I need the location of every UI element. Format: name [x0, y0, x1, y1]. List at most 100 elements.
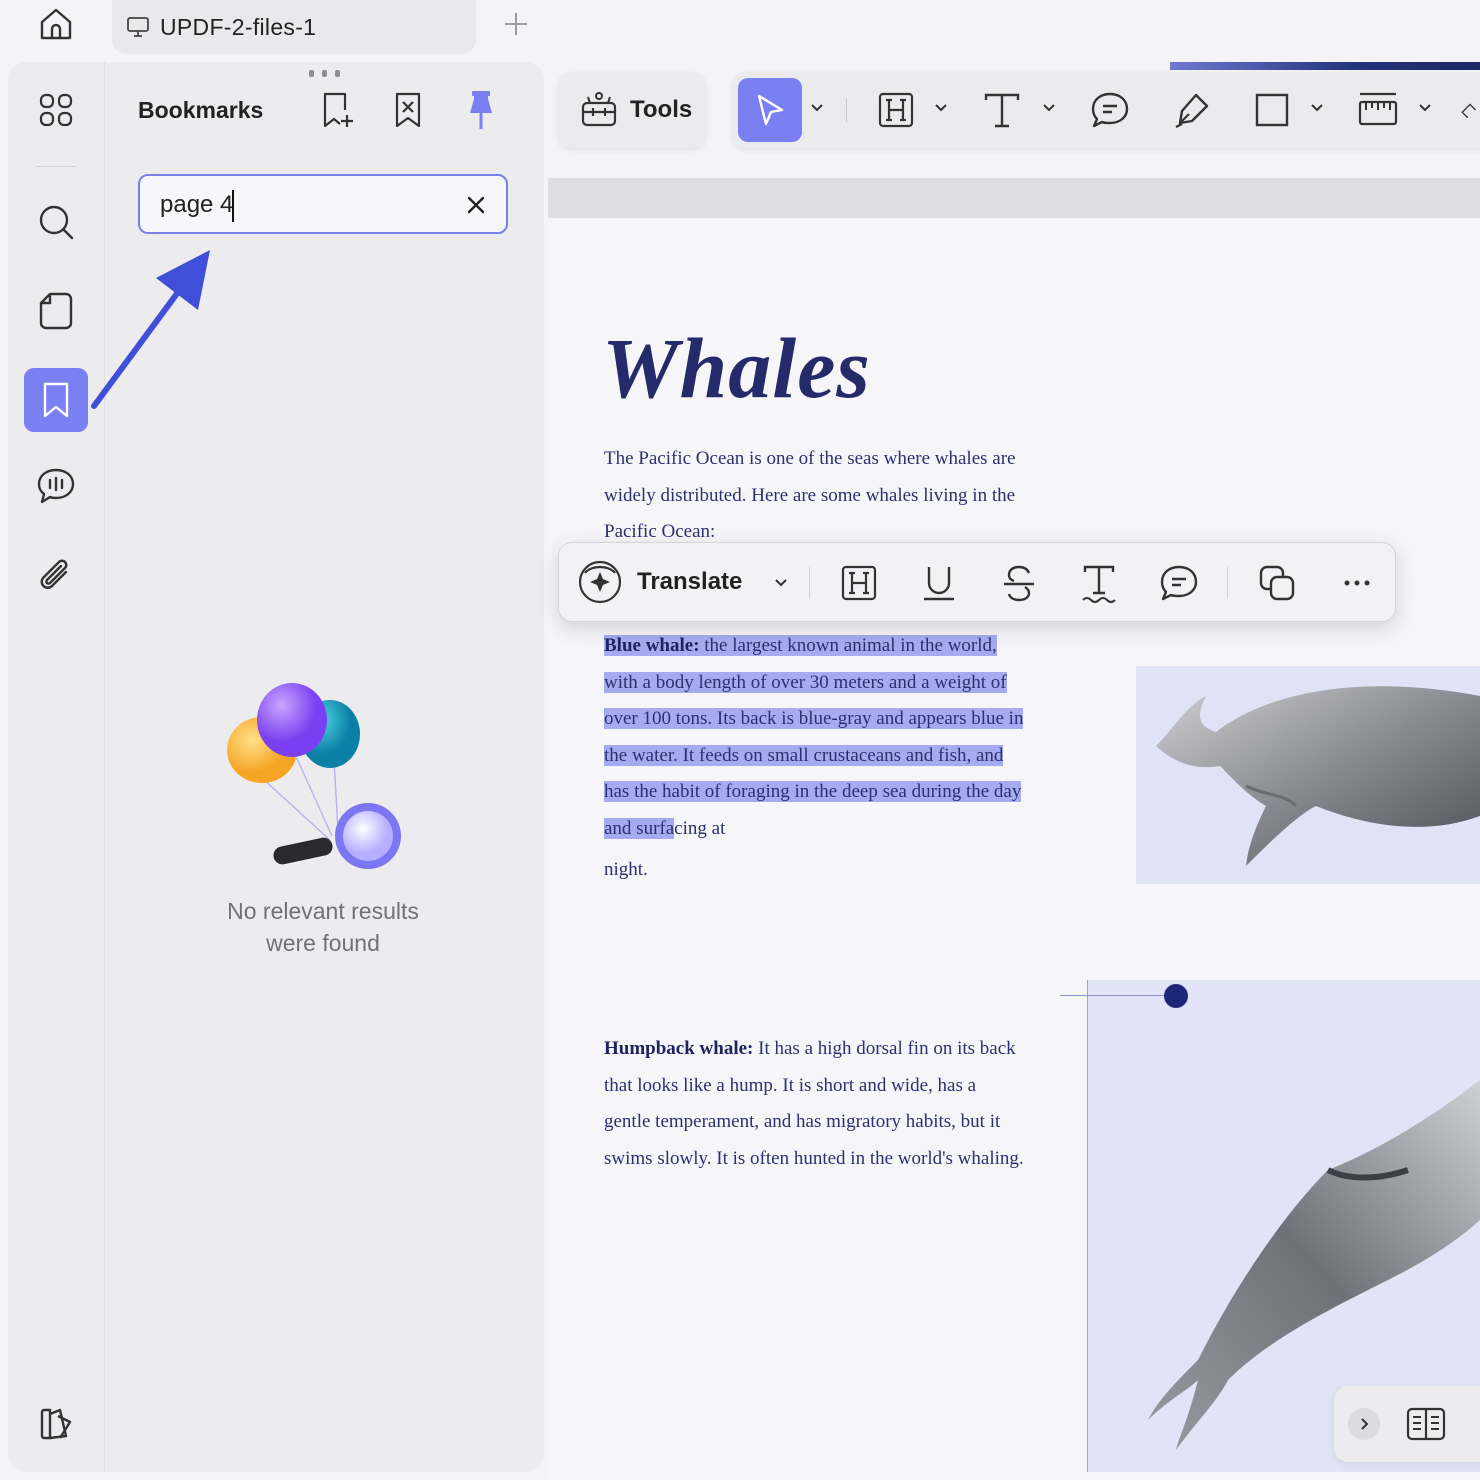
- text-icon: [984, 93, 1020, 128]
- rail-thumbnails-button[interactable]: [24, 78, 88, 142]
- rail-comments-button[interactable]: [24, 454, 88, 518]
- selected-text: the largest known animal in the world, w…: [604, 635, 1024, 839]
- page-preview-strip: [1170, 62, 1480, 70]
- bookmark-x-icon: [395, 92, 421, 128]
- rail-bookmarks-button[interactable]: [24, 368, 88, 432]
- search-icon: [39, 205, 74, 240]
- ai-translate-icon: [578, 560, 622, 604]
- add-bookmark-button[interactable]: [314, 86, 362, 134]
- empty-message-line-1: No relevant results: [227, 898, 419, 924]
- tools-button[interactable]: Tools: [558, 72, 706, 148]
- measure-icon: [1358, 92, 1398, 126]
- blue-whale-paragraph[interactable]: Blue whale: the largest known animal in …: [604, 628, 1024, 888]
- unselected-text: cing at: [674, 817, 726, 839]
- two-page-layout-icon: [1406, 1407, 1446, 1441]
- chevron-down-icon[interactable]: [1308, 98, 1326, 116]
- squiggly-button[interactable]: [1073, 557, 1125, 609]
- comment-icon: [1160, 565, 1198, 601]
- chevron-down-icon[interactable]: [1040, 98, 1058, 116]
- rectangle-icon: [1255, 93, 1289, 127]
- humpback-whale-paragraph: Humpback whale: It has a high dorsal fin…: [604, 1031, 1024, 1177]
- empty-message-line-2: were found: [266, 930, 380, 956]
- translate-label: Translate: [637, 568, 743, 595]
- pin-panel-button[interactable]: [457, 86, 505, 134]
- highlight-icon: [878, 92, 914, 128]
- panel-resize-grip[interactable]: [304, 70, 344, 78]
- blue-whale-term: Blue whale:: [604, 635, 700, 656]
- chevron-down-icon[interactable]: [808, 98, 826, 116]
- chevron-down-icon[interactable]: [932, 98, 950, 116]
- thumbnails-icon: [39, 93, 73, 127]
- strikethrough-icon: [1004, 565, 1034, 602]
- document-tab[interactable]: UPDF-2-files-1: [112, 0, 476, 54]
- remove-bookmark-button[interactable]: [384, 86, 432, 134]
- pen-tool-button[interactable]: [1166, 78, 1218, 142]
- home-button[interactable]: [28, 0, 84, 48]
- empty-results-illustration-icon: [227, 683, 401, 869]
- select-icon: [757, 94, 784, 126]
- chevron-down-icon[interactable]: [772, 573, 790, 591]
- toolbox-icon: [580, 91, 618, 129]
- comment-button[interactable]: [1153, 557, 1205, 609]
- blue-whale-image[interactable]: [1136, 666, 1480, 884]
- underline-button[interactable]: [913, 557, 965, 609]
- copy-icon: [1259, 565, 1295, 601]
- rail-separator: [36, 166, 76, 167]
- strikethrough-button[interactable]: [993, 557, 1045, 609]
- rail-search-button[interactable]: [24, 190, 88, 254]
- rail-attachments-button[interactable]: [24, 544, 88, 608]
- measure-tool-button[interactable]: [1352, 78, 1404, 142]
- bookmark-search-input[interactable]: [160, 189, 450, 221]
- page-gap: [548, 178, 1480, 218]
- panel-title: Bookmarks: [138, 97, 264, 123]
- select-tool-button[interactable]: [738, 78, 802, 142]
- home-icon: [40, 8, 72, 40]
- highlight-tool-button[interactable]: [870, 78, 922, 142]
- image-selection-edge: [1087, 980, 1088, 1472]
- comment-icon: [1091, 92, 1129, 128]
- expand-controls-button[interactable]: [1348, 1408, 1380, 1440]
- plus-icon: [505, 13, 527, 35]
- selection-toolbar: Translate: [558, 542, 1396, 622]
- copy-button[interactable]: [1251, 557, 1303, 609]
- bookmark-icon: [43, 382, 69, 418]
- paragraph-end-text: night.: [604, 858, 648, 880]
- intro-paragraph: The Pacific Ocean is one of the seas whe…: [604, 448, 1016, 543]
- humpback-whale-term: Humpback whale:: [604, 1038, 754, 1059]
- comment-tool-button[interactable]: [1084, 78, 1136, 142]
- text-caret: [232, 190, 234, 222]
- page-layout-button[interactable]: [1404, 1404, 1448, 1444]
- rail-layers-button[interactable]: [24, 1392, 88, 1456]
- rectangle-tool-button[interactable]: [1246, 78, 1298, 142]
- comment-icon: [37, 468, 75, 504]
- monitor-icon: [126, 16, 150, 38]
- rail-pages-button[interactable]: [24, 279, 88, 343]
- translate-button[interactable]: Translate: [575, 553, 790, 611]
- new-tab-button[interactable]: [496, 6, 536, 42]
- attachment-icon: [40, 559, 68, 589]
- image-rotate-handle[interactable]: [1164, 984, 1188, 1008]
- document-title: Whales: [602, 320, 871, 416]
- empty-results-message: No relevant results were found: [150, 895, 496, 959]
- page-icon: [39, 292, 73, 330]
- more-tools-button[interactable]: [1460, 78, 1480, 142]
- chevron-down-icon[interactable]: [1416, 98, 1434, 116]
- image-rotate-line: [1060, 995, 1176, 996]
- annotation-arrow-icon: [91, 250, 210, 409]
- more-icon: [1344, 580, 1370, 586]
- more-options-button[interactable]: [1331, 557, 1383, 609]
- document-tab-title: UPDF-2-files-1: [160, 13, 317, 40]
- text-selection: Blue whale: the largest known animal in …: [604, 635, 1024, 839]
- add-bookmark-icon: [323, 92, 353, 128]
- bookmark-search-box[interactable]: [138, 174, 508, 234]
- highlight-icon: [841, 565, 877, 601]
- close-icon: [467, 196, 485, 214]
- toolbar-separator: [1227, 567, 1228, 599]
- text-tool-button[interactable]: [976, 78, 1028, 142]
- whale-icon: [1156, 686, 1480, 866]
- eraser-icon: [1461, 103, 1477, 119]
- page-controls: [1334, 1386, 1480, 1462]
- tools-label: Tools: [630, 96, 693, 123]
- highlight-button[interactable]: [833, 557, 885, 609]
- clear-search-button[interactable]: [460, 189, 492, 221]
